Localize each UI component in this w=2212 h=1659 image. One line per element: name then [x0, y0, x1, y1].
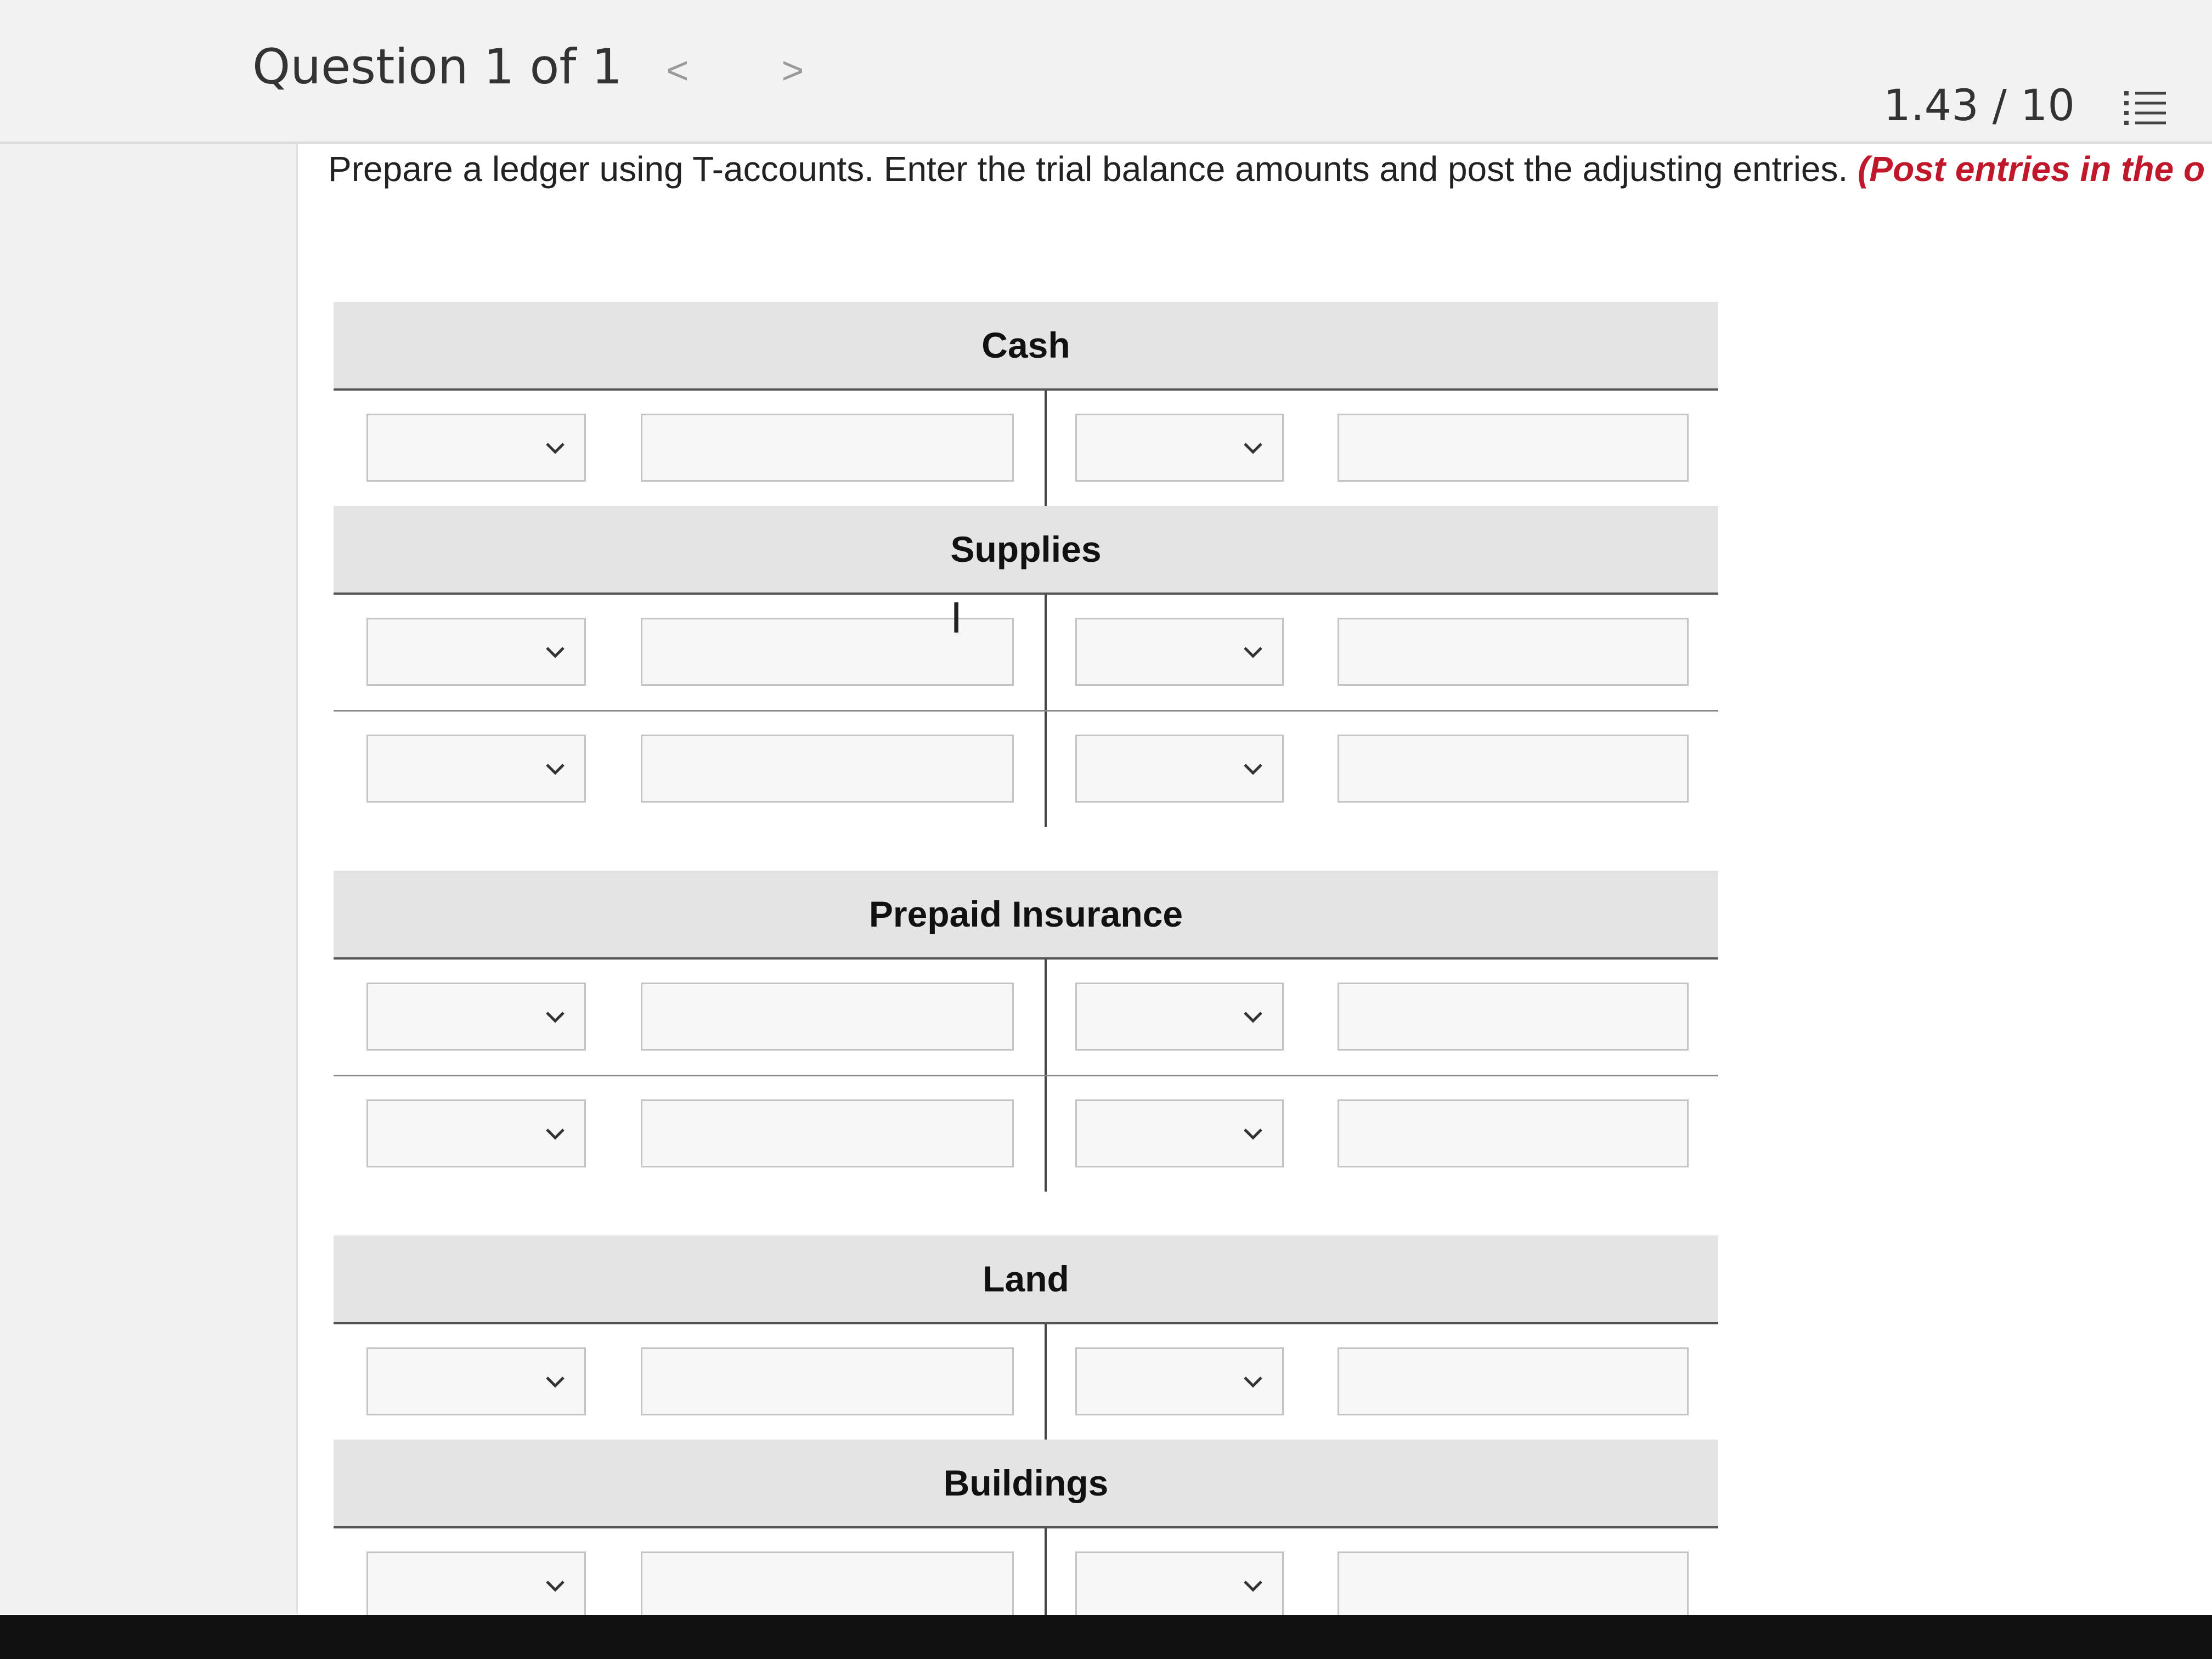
chevron-down-icon: [546, 647, 565, 658]
question-title: Question 1 of 1: [252, 38, 623, 95]
account-title: Supplies: [334, 506, 1718, 595]
account-spacer: [334, 827, 1718, 871]
i-beam-cursor-icon: I: [950, 593, 963, 642]
chevron-down-icon: [546, 1376, 565, 1388]
debit-amount-input[interactable]: [641, 735, 1014, 803]
chevron-down-icon: [1244, 764, 1262, 775]
account-title: Land: [334, 1235, 1718, 1324]
credit-entry-select[interactable]: [1075, 1347, 1284, 1415]
t-account-prepaid-insurance: Prepaid Insurance: [334, 871, 1718, 1192]
account-row: [334, 1076, 1718, 1192]
credit-entry-select[interactable]: [1075, 1551, 1284, 1620]
chevron-down-icon: [1244, 443, 1262, 454]
chevron-down-icon: [546, 764, 565, 775]
account-row: [334, 960, 1718, 1076]
debit-entry-select[interactable]: [366, 735, 586, 803]
chevron-down-icon: [1244, 647, 1262, 658]
chevron-down-icon: [1244, 1376, 1262, 1388]
t-account-land: Land: [334, 1235, 1718, 1440]
monitor-bezel: [0, 1615, 2212, 1659]
account-body: [334, 391, 1718, 506]
account-row: [334, 595, 1718, 712]
credit-amount-input[interactable]: [1338, 1551, 1689, 1620]
instructions-main: Prepare a ledger using T-accounts. Enter…: [328, 149, 1858, 189]
score-display: 1.43 / 10: [1883, 81, 2075, 131]
chevron-down-icon: [1244, 1128, 1262, 1140]
debit-amount-input[interactable]: [641, 1347, 1014, 1415]
account-title: Cash: [334, 302, 1718, 391]
chevron-down-icon: [1244, 1581, 1262, 1592]
previous-question-button[interactable]: <: [658, 48, 697, 92]
numbered-list-icon[interactable]: [2123, 88, 2167, 127]
debit-amount-input[interactable]: [641, 1099, 1014, 1167]
next-question-button[interactable]: >: [774, 48, 812, 92]
credit-amount-input[interactable]: [1338, 414, 1689, 482]
account-row: [334, 391, 1718, 506]
chevron-down-icon: [546, 443, 565, 454]
debit-entry-select[interactable]: [366, 618, 586, 686]
account-body: [334, 1324, 1718, 1440]
credit-amount-input[interactable]: [1338, 1099, 1689, 1167]
chevron-down-icon: [546, 1581, 565, 1592]
debit-entry-select[interactable]: [366, 1551, 586, 1620]
account-body: [334, 595, 1718, 827]
account-title: Buildings: [334, 1440, 1718, 1528]
credit-entry-select[interactable]: [1075, 618, 1284, 686]
account-row: [334, 1324, 1718, 1440]
debit-amount-input[interactable]: [641, 983, 1014, 1051]
account-body: [334, 960, 1718, 1192]
credit-amount-input[interactable]: [1338, 618, 1689, 686]
chevron-down-icon: [546, 1128, 565, 1140]
credit-entry-select[interactable]: [1075, 983, 1284, 1051]
t-account-buildings: Buildings: [334, 1440, 1718, 1644]
t-account-cash: Cash: [334, 302, 1718, 506]
t-accounts-ledger: Cash Supplies Prepaid Insurance Land Buildin…: [334, 302, 1718, 1644]
chevron-down-icon: [1244, 1012, 1262, 1023]
left-gutter: [0, 144, 298, 1614]
debit-amount-input[interactable]: [641, 414, 1014, 482]
chevron-down-icon: [546, 1012, 565, 1023]
instructions: Prepare a ledger using T-accounts. Enter…: [328, 144, 2204, 194]
credit-amount-input[interactable]: [1338, 735, 1689, 803]
account-spacer: [334, 1192, 1718, 1235]
credit-amount-input[interactable]: [1338, 1347, 1689, 1415]
debit-amount-input[interactable]: [641, 1551, 1014, 1620]
debit-entry-select[interactable]: [366, 983, 586, 1051]
credit-entry-select[interactable]: [1075, 1099, 1284, 1167]
credit-entry-select[interactable]: [1075, 735, 1284, 803]
debit-entry-select[interactable]: [366, 414, 586, 482]
account-title: Prepaid Insurance: [334, 871, 1718, 960]
credit-amount-input[interactable]: [1338, 983, 1689, 1051]
debit-entry-select[interactable]: [366, 1099, 586, 1167]
instructions-note: (Post entries in the order of journal en…: [1858, 149, 2204, 189]
question-header: Question 1 of 1 < > 1.43 / 10: [0, 0, 2212, 144]
debit-entry-select[interactable]: [366, 1347, 586, 1415]
credit-entry-select[interactable]: [1075, 414, 1284, 482]
account-row: [334, 712, 1718, 827]
t-account-supplies: Supplies: [334, 506, 1718, 827]
